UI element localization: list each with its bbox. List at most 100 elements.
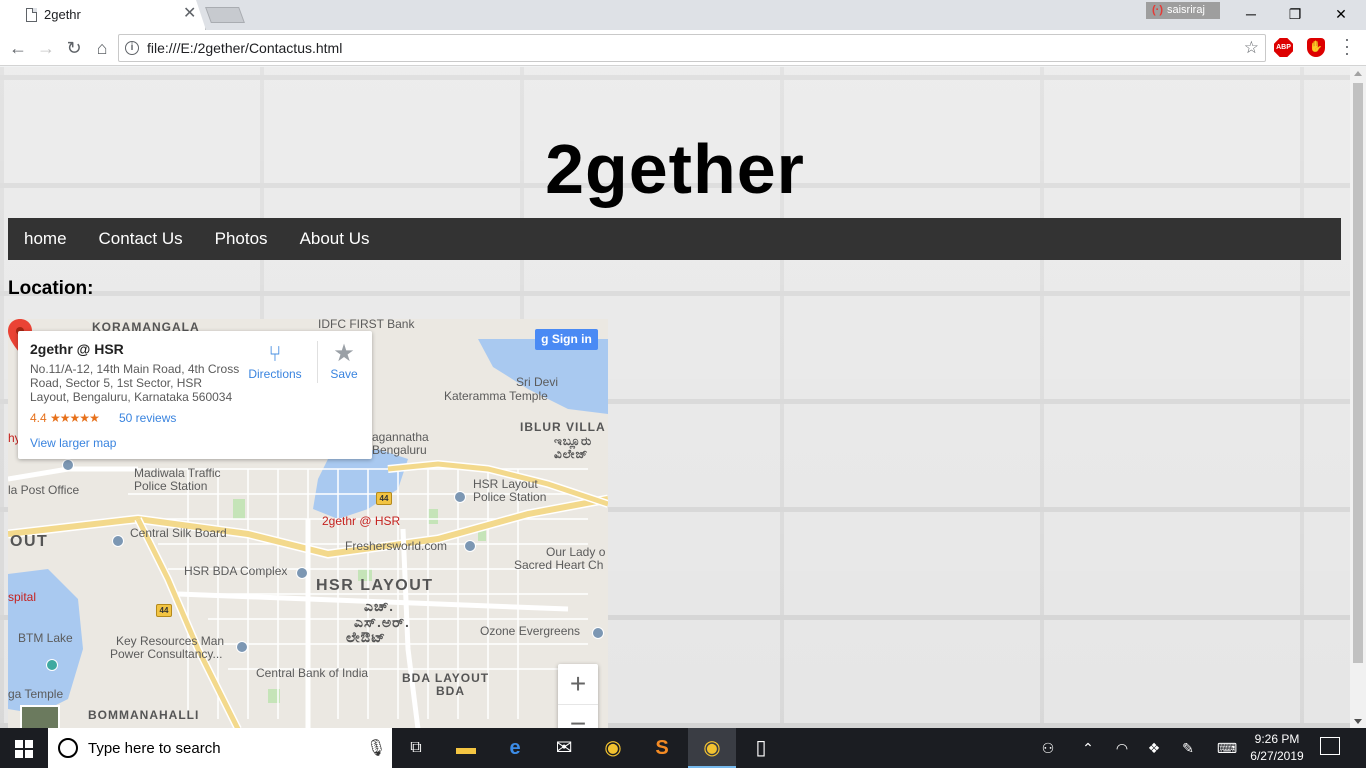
map-label-hsr-kn-2: ಎಸ್.ಅರ್. [354,614,410,630]
highway-44-shield-2: 44 [156,604,172,617]
nav-contact-us[interactable]: Contact Us [83,218,199,260]
clock-time: 9:26 PM [1254,732,1300,746]
new-tab-button[interactable] [205,7,245,23]
nav-home[interactable]: home [8,218,83,260]
action-center-icon[interactable] [1320,737,1340,755]
windows-taskbar: Type here to search 🎙 ⧉ ▬ e ✉ ◉ S ◉ ▯ ⚇ … [0,728,1366,768]
map-label-hsr-kn-1: ಎಚ್. [364,598,394,614]
file-explorer-icon[interactable]: ▬ [442,728,490,768]
scrollbar-thumb[interactable] [1353,83,1363,663]
save-button[interactable]: ★ Save [324,341,364,382]
map-label-iblur-kn: ಇಬ್ಲೂರು ವಿಲೇಜ್ [554,434,593,461]
map-label-central-bank: Central Bank of India [256,666,369,680]
satellite-toggle[interactable] [20,705,60,728]
windows-logo-pane [25,750,33,758]
chrome-menu-icon[interactable]: · · · [1340,30,1354,62]
home-icon[interactable]: ⌂ [89,35,115,61]
directions-button[interactable]: ⑂ Directions [247,341,303,381]
map-label-jagannatha-2: Bengaluru [372,443,427,457]
zoom-out-button[interactable]: − [558,704,598,728]
reload-icon[interactable]: ↻ [61,35,87,61]
map-label-sri-devi: Sri Devi [516,375,559,389]
map-label-out: OUT [10,533,49,550]
taskbar-search[interactable]: Type here to search 🎙 [48,728,392,768]
forward-icon[interactable]: → [33,35,59,61]
chrome-active-icon[interactable]: ◉ [688,728,736,768]
scroll-up-icon[interactable] [1354,71,1362,76]
page-favicon-icon [26,8,37,22]
bookmark-star-icon[interactable]: ☆ [1244,38,1259,58]
map-label-freshersworld: Freshersworld.com [345,539,448,553]
edge-icon[interactable]: e [491,728,539,768]
people-icon[interactable]: ⚇ [1036,728,1060,768]
map-label-btm-lake: BTM Lake [18,631,73,645]
ublock-icon[interactable]: ✋ [1307,38,1325,57]
map-label-bda-complex: HSR BDA Complex [184,564,288,578]
map-label-temple: ga Temple [8,687,64,701]
rating-value: 4.4 [30,411,47,425]
view-larger-map-link[interactable]: View larger map [30,436,116,450]
microphone-icon[interactable]: 🎙 [366,738,386,758]
chrome-icon[interactable]: ◉ [589,728,637,768]
highway-44-shield: 44 [376,492,392,505]
site-title: 2gether [545,130,805,208]
nav-photos[interactable]: Photos [199,218,284,260]
main-nav: home Contact Us Photos About Us [8,218,1341,260]
map-label-bommanahalli: BOMMANAHALLI [88,708,200,722]
windows-logo-icon [15,740,23,748]
place-name: 2gethr @ HSR [30,341,124,357]
rating-stars-icon: ★★★★★ [50,411,100,425]
map-label-silk-board: Central Silk Board [130,526,227,540]
system-clock[interactable]: 9:26 PM 6/27/2019 [1244,731,1310,765]
page-viewport: 2gether home Contact Us Photos About Us Loc… [0,67,1350,728]
minimize-button[interactable]: ─ [1228,0,1274,30]
map-label-iblur: IBLUR VILLA [520,420,606,434]
map-label-madiwala-2: Police Station [134,479,208,493]
clock-date: 6/27/2019 [1250,749,1304,763]
task-view-icon[interactable]: ⧉ [392,728,440,768]
address-bar[interactable]: i file:///E:/2gether/Contactus.html ☆ [118,34,1266,62]
start-button[interactable] [0,728,48,768]
notepad-icon[interactable]: ▯ [737,728,785,768]
scroll-down-icon[interactable] [1354,719,1362,724]
cortana-icon [58,738,78,758]
search-placeholder: Type here to search [88,740,221,757]
keyboard-icon[interactable]: ⌨ [1214,728,1240,768]
profile-badge[interactable]: (·) saisriraj [1146,2,1220,19]
map-poi-ozone-icon [592,627,604,639]
url-text[interactable]: file:///E:/2gether/Contactus.html [147,40,342,56]
zoom-in-button[interactable]: + [558,664,598,704]
sublime-text-icon[interactable]: S [638,728,686,768]
nav-about-us[interactable]: About Us [284,218,386,260]
place-address: No.11/A-12, 14th Main Road, 4th Cross Ro… [30,362,240,404]
map-poi-police-icon [454,491,466,503]
show-hidden-icons[interactable]: ⌃ [1076,728,1100,768]
wifi-icon[interactable]: ◠ [1110,728,1134,768]
map-label-ozone: Ozone Evergreens [480,624,581,638]
reviews-link[interactable]: 50 reviews [119,411,176,425]
page-scrollbar[interactable] [1350,67,1366,728]
dropbox-icon[interactable]: ❖ [1142,728,1166,768]
google-g-icon: g [541,332,552,346]
map-label-hospital: spital [8,590,37,604]
tab-close-icon[interactable]: ✕ [183,5,196,23]
map-label-kateramma: Kateramma Temple [444,389,548,403]
restore-button[interactable]: ❐ [1272,0,1318,30]
map-label-post-office: la Post Office [8,483,80,497]
browser-tab[interactable]: 2gethr ✕ [0,0,206,30]
windows-logo-pane [25,740,33,748]
mail-icon[interactable]: ✉ [540,728,588,768]
info-icon[interactable]: i [125,41,139,55]
tab-title: 2gethr [44,7,81,22]
place-info-card: 2gethr @ HSR No.11/A-12, 14th Main Road,… [18,331,372,459]
map-label-hsr-layout: HSR LAYOUT [316,577,434,594]
map-sign-in-button[interactable]: g Sign in [535,329,598,350]
pen-icon[interactable]: ✎ [1176,728,1200,768]
google-map[interactable]: KORAMANGALA IDFC FIRST Bank Sri Devi Kat… [8,319,608,728]
map-poi-bda-icon [296,567,308,579]
close-window-button[interactable]: ✕ [1318,0,1364,30]
browser-tab-strip: 2gethr ✕ (·) saisriraj ─ ❐ ✕ [0,0,1366,30]
map-poi-freshers-icon [464,540,476,552]
back-icon[interactable]: ← [5,35,31,61]
directions-label: Directions [248,367,302,381]
